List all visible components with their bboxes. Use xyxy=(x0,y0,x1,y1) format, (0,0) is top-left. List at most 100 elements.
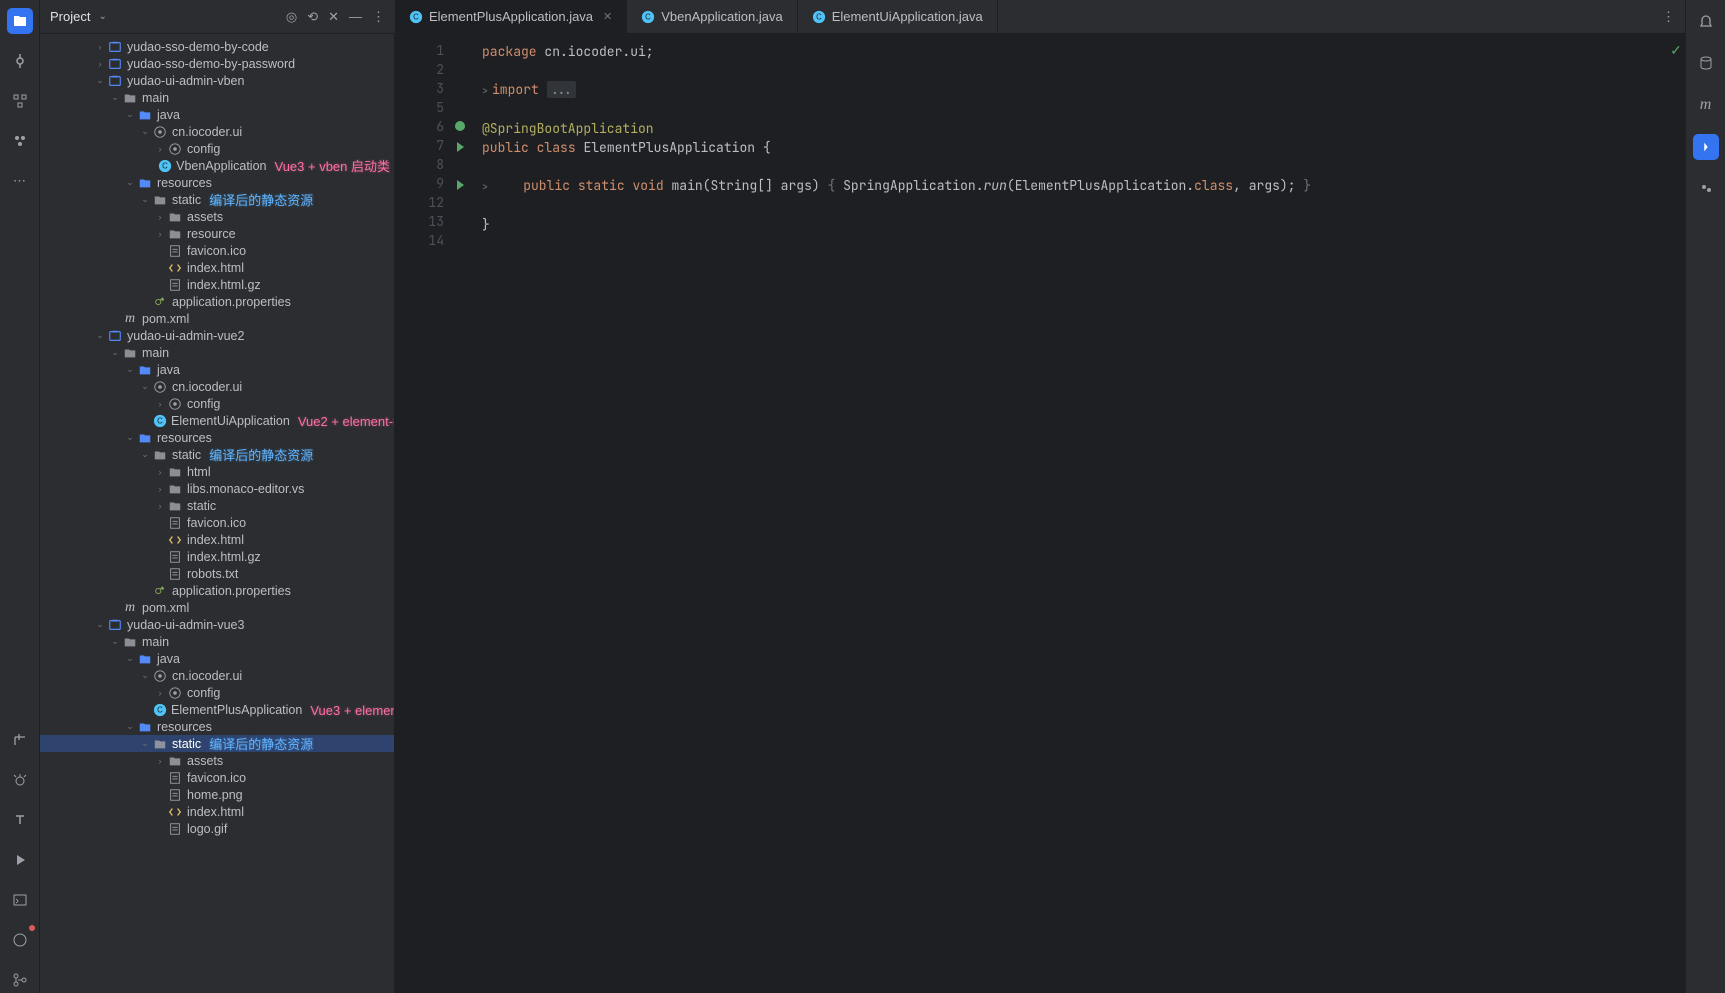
tree-node[interactable]: index.html xyxy=(40,259,394,276)
ai-assistant-icon[interactable] xyxy=(1693,134,1719,160)
expand-arrow-icon[interactable]: ⌄ xyxy=(123,432,137,443)
tree-node[interactable]: ⌄static编译后的静态资源 xyxy=(40,191,394,208)
expand-arrow-icon[interactable]: ⌄ xyxy=(123,721,137,732)
commit-tool-icon[interactable] xyxy=(7,48,33,74)
tree-node[interactable]: CElementUiApplicationVue2 + element-ui 启… xyxy=(40,412,394,429)
editor-tab[interactable]: CElementUiApplication.java xyxy=(798,0,998,34)
editor-tab[interactable]: CElementPlusApplication.java✕ xyxy=(395,0,627,34)
tree-node[interactable]: ›static xyxy=(40,497,394,514)
tree-node[interactable]: application.properties xyxy=(40,582,394,599)
close-icon[interactable]: ✕ xyxy=(603,10,612,23)
tree-node[interactable]: ⌄java xyxy=(40,361,394,378)
collapse-all-icon[interactable]: ✕ xyxy=(328,9,339,25)
select-opened-icon[interactable]: ◎ xyxy=(286,9,297,25)
problems-icon[interactable] xyxy=(7,927,33,953)
tree-node[interactable]: ⌄main xyxy=(40,89,394,106)
terminal-icon[interactable] xyxy=(7,887,33,913)
expand-arrow-icon[interactable]: ⌄ xyxy=(138,670,152,681)
tree-node[interactable]: favicon.ico xyxy=(40,769,394,786)
expand-arrow-icon[interactable]: › xyxy=(153,399,167,409)
tree-node[interactable]: ⌄yudao-ui-admin-vue3 xyxy=(40,616,394,633)
tree-node[interactable]: ⌄cn.iocoder.ui xyxy=(40,378,394,395)
project-tool-icon[interactable] xyxy=(7,8,33,34)
expand-arrow-icon[interactable]: ⌄ xyxy=(138,126,152,137)
tree-node[interactable]: ⌄main xyxy=(40,344,394,361)
tree-node[interactable]: robots.txt xyxy=(40,565,394,582)
inspection-ok-icon[interactable]: ✓ xyxy=(1670,42,1682,59)
tree-node[interactable]: ›assets xyxy=(40,208,394,225)
expand-arrow-icon[interactable]: › xyxy=(153,756,167,766)
tree-node[interactable]: mpom.xml xyxy=(40,599,394,616)
tree-node[interactable]: mpom.xml xyxy=(40,310,394,327)
run-gutter-icon[interactable] xyxy=(457,142,464,152)
tree-node[interactable]: ⌄resources xyxy=(40,718,394,735)
run-tool-icon[interactable] xyxy=(7,847,33,873)
expand-arrow-icon[interactable]: › xyxy=(153,688,167,698)
expand-arrow-icon[interactable]: › xyxy=(153,467,167,477)
tree-node[interactable]: ⌄cn.iocoder.ui xyxy=(40,123,394,140)
notifications-icon[interactable] xyxy=(1693,8,1719,34)
expand-arrow-icon[interactable]: ⌄ xyxy=(93,330,107,341)
text-tool-icon[interactable] xyxy=(7,807,33,833)
tree-node[interactable]: ⌄java xyxy=(40,106,394,123)
debug-icon[interactable] xyxy=(7,767,33,793)
tree-node[interactable]: ⌄resources xyxy=(40,429,394,446)
editor-tab[interactable]: CVbenApplication.java xyxy=(627,0,797,34)
tree-node[interactable]: application.properties xyxy=(40,293,394,310)
bookmarks-icon[interactable] xyxy=(7,727,33,753)
expand-arrow-icon[interactable]: ⌄ xyxy=(93,619,107,630)
code-area[interactable]: package cn.iocoder.ui; >import ... @Spri… xyxy=(470,34,1667,993)
chevron-down-icon[interactable]: ⌄ xyxy=(98,11,106,22)
run-gutter-icon[interactable] xyxy=(457,180,464,190)
tree-node[interactable]: ›config xyxy=(40,140,394,157)
expand-arrow-icon[interactable]: ⌄ xyxy=(108,347,122,358)
expand-arrow-icon[interactable]: ⌄ xyxy=(138,194,152,205)
tree-node[interactable]: ⌄cn.iocoder.ui xyxy=(40,667,394,684)
maven-icon[interactable]: m xyxy=(1693,92,1719,118)
structure-tool-icon[interactable] xyxy=(7,88,33,114)
tree-node[interactable]: ⌄static编译后的静态资源 xyxy=(40,735,394,752)
tree-node[interactable]: ⌄static编译后的静态资源 xyxy=(40,446,394,463)
more-tool-icon[interactable]: ⋯ xyxy=(7,168,33,194)
tree-node[interactable]: favicon.ico xyxy=(40,514,394,531)
project-tree[interactable]: ›yudao-sso-demo-by-code›yudao-sso-demo-b… xyxy=(40,34,395,993)
expand-arrow-icon[interactable]: › xyxy=(153,501,167,511)
code-with-me-icon[interactable] xyxy=(1693,176,1719,202)
tree-node[interactable]: ⌄main xyxy=(40,633,394,650)
tree-node[interactable]: index.html.gz xyxy=(40,548,394,565)
git-icon[interactable] xyxy=(7,967,33,993)
tree-node[interactable]: ›assets xyxy=(40,752,394,769)
tree-node[interactable]: ›yudao-sso-demo-by-password xyxy=(40,55,394,72)
tree-node[interactable]: home.png xyxy=(40,786,394,803)
expand-arrow-icon[interactable]: ⌄ xyxy=(138,381,152,392)
expand-arrow-icon[interactable]: ⌄ xyxy=(138,449,152,460)
tree-node[interactable]: ⌄yudao-ui-admin-vben xyxy=(40,72,394,89)
expand-arrow-icon[interactable]: › xyxy=(93,59,107,69)
expand-arrow-icon[interactable]: ⌄ xyxy=(108,636,122,647)
tree-node[interactable]: ⌄resources xyxy=(40,174,394,191)
expand-all-icon[interactable]: ⟲ xyxy=(307,9,318,25)
expand-arrow-icon[interactable]: ⌄ xyxy=(123,177,137,188)
expand-arrow-icon[interactable]: ⌄ xyxy=(123,109,137,120)
options-icon[interactable]: ⋮ xyxy=(372,9,385,25)
expand-arrow-icon[interactable]: ⌄ xyxy=(123,653,137,664)
services-tool-icon[interactable] xyxy=(7,128,33,154)
tree-node[interactable]: ⌄yudao-ui-admin-vue2 xyxy=(40,327,394,344)
database-icon[interactable] xyxy=(1693,50,1719,76)
expand-arrow-icon[interactable]: › xyxy=(93,42,107,52)
tree-node[interactable]: ›html xyxy=(40,463,394,480)
tree-node[interactable]: ›config xyxy=(40,684,394,701)
project-title[interactable]: Project xyxy=(50,9,90,24)
tree-node[interactable]: ⌄java xyxy=(40,650,394,667)
tree-node[interactable]: index.html xyxy=(40,531,394,548)
expand-arrow-icon[interactable]: › xyxy=(153,212,167,222)
tree-node[interactable]: favicon.ico xyxy=(40,242,394,259)
tree-node[interactable]: CElementPlusApplicationVue3 + element-pl… xyxy=(40,701,394,718)
expand-arrow-icon[interactable]: ⌄ xyxy=(123,364,137,375)
tree-node[interactable]: ›resource xyxy=(40,225,394,242)
hide-icon[interactable]: — xyxy=(349,9,362,25)
expand-arrow-icon[interactable]: ⌄ xyxy=(93,75,107,86)
tree-node[interactable]: logo.gif xyxy=(40,820,394,837)
expand-arrow-icon[interactable]: › xyxy=(153,229,167,239)
tree-node[interactable]: index.html.gz xyxy=(40,276,394,293)
